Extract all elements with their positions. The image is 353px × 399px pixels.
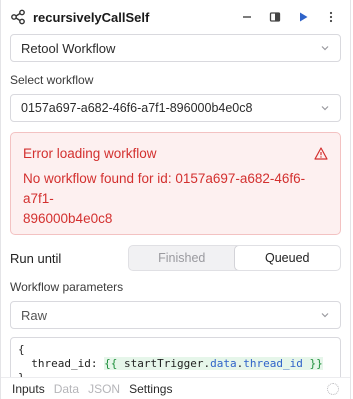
panel-tabs: Inputs Data JSON Settings <box>1 377 350 399</box>
code-prop-thread-id: thread_id <box>243 357 303 370</box>
parameters-mode-value: Raw <box>21 307 48 323</box>
code-template: {{ startTrigger.data.thread_id }} <box>104 357 323 370</box>
chevron-down-icon <box>321 313 329 318</box>
workflow-select-value: 0157a697-a682-46f6-a7f1-896000b4e0c8 <box>21 101 253 115</box>
error-message-line2: 896000b4e0c8 <box>23 211 113 226</box>
workflow-parameters-label: Workflow parameters <box>10 280 124 294</box>
error-message: No workflow found for id: 0157a697-a682-… <box>23 169 328 229</box>
error-message-line1: No workflow found for id: 0157a697-a682-… <box>23 171 306 206</box>
parameters-mode-select[interactable]: Raw <box>10 301 341 329</box>
resource-select[interactable]: Retool Workflow <box>10 34 341 62</box>
minimize-icon[interactable] <box>236 6 258 28</box>
code-template-close: }} <box>309 357 323 370</box>
split-panel-icon[interactable] <box>264 6 286 28</box>
run-icon[interactable] <box>292 6 314 28</box>
chevron-down-icon <box>321 106 329 111</box>
run-until-option-queued[interactable]: Queued <box>233 246 340 270</box>
tab-data[interactable]: Data <box>54 382 79 396</box>
loading-spinner-icon <box>327 382 339 395</box>
workflow-select[interactable]: 0157a697-a682-46f6-a7f1-896000b4e0c8 <box>10 94 341 122</box>
tab-json[interactable]: JSON <box>88 382 120 396</box>
workflow-node-icon <box>9 8 27 26</box>
error-alert: Error loading workflow No workflow found… <box>10 132 341 235</box>
select-workflow-label: Select workflow <box>10 73 94 87</box>
code-line-1: { <box>18 343 333 357</box>
query-title[interactable]: recursivelyCallSelf <box>33 10 230 25</box>
code-object: startTrigger <box>123 357 204 370</box>
code-line-2: thread_id: {{ startTrigger.data.thread_i… <box>18 357 333 371</box>
code-open-brace: { <box>18 343 25 356</box>
tab-inputs[interactable]: Inputs <box>12 382 45 396</box>
code-key: thread_id: <box>31 357 98 370</box>
more-options-icon[interactable] <box>320 6 342 28</box>
tab-settings[interactable]: Settings <box>129 382 172 396</box>
run-until-row: Run until Finished Queued <box>10 245 341 271</box>
run-until-option-finished[interactable]: Finished <box>129 246 235 270</box>
warning-icon <box>314 147 328 160</box>
run-until-toggle: Finished Queued <box>128 245 341 271</box>
chevron-down-icon <box>321 46 329 51</box>
panel-body: Retool Workflow Select workflow 0157a697… <box>1 34 350 389</box>
code-template-open: {{ <box>104 357 118 370</box>
run-until-label: Run until <box>10 250 62 266</box>
resource-select-value: Retool Workflow <box>21 40 116 56</box>
query-panel: recursivelyCallSelf Retool Workflow Sele… <box>0 0 351 399</box>
error-title: Error loading workflow <box>23 146 157 161</box>
panel-header: recursivelyCallSelf <box>1 0 350 34</box>
code-prop-data: data <box>210 357 237 370</box>
